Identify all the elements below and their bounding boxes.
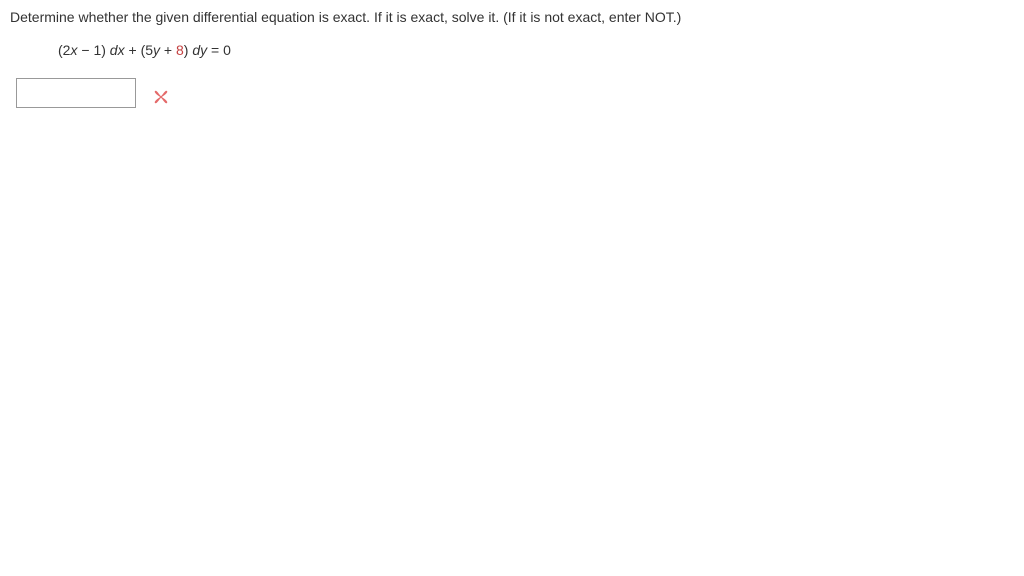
eq-op2: + (160, 42, 176, 58)
eq-plus: + (125, 42, 141, 58)
equation: (2x − 1) dx + (5y + 8) dy = 0 (10, 42, 1014, 58)
eq-diff2: dy (188, 42, 207, 58)
answer-row (10, 78, 1014, 108)
eq-diff1: dx (106, 42, 125, 58)
eq-const2: 8 (176, 42, 184, 58)
answer-input[interactable] (16, 78, 136, 108)
eq-eq: = (207, 42, 223, 58)
eq-op1: − (77, 42, 93, 58)
eq-var2: y (153, 42, 160, 58)
question-prompt: Determine whether the given differential… (10, 8, 1014, 28)
eq-rhs: 0 (223, 42, 231, 58)
eq-coef2: 5 (145, 42, 153, 58)
incorrect-icon (152, 88, 170, 106)
